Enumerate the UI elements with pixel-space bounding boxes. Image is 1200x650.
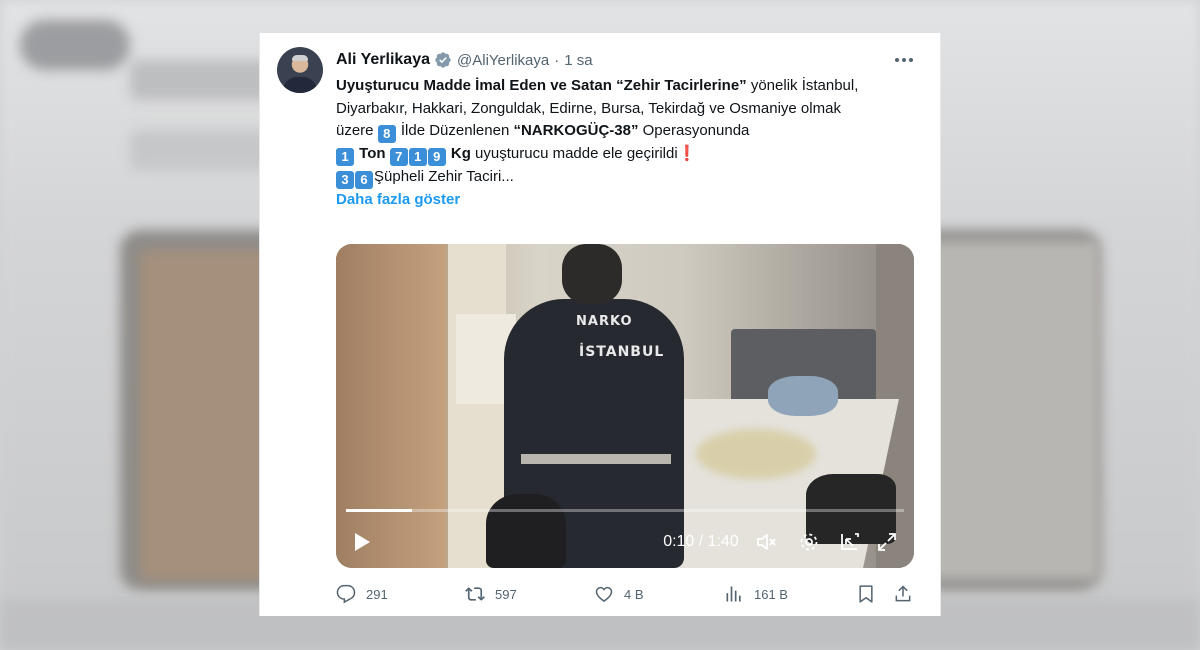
keycap-3: 3 (336, 171, 354, 189)
keycap-8: 8 (377, 125, 396, 143)
video-vest-stripe (521, 454, 671, 464)
text-seized: uyuşturucu madde ele geçirildi (470, 145, 678, 162)
ton-label: Ton (359, 145, 386, 162)
like-count: 4 B (624, 586, 644, 602)
tweet-text: Uyuşturucu Madde İmal Eden ve Satan “Zeh… (336, 75, 876, 212)
video-progress-bar[interactable] (346, 509, 904, 512)
repost-icon (465, 587, 485, 601)
keycap-6: 6 (355, 171, 373, 189)
vest-text-narko: NARKO (576, 314, 633, 329)
share-icon[interactable] (893, 581, 913, 607)
exclamation-icon: ❗ (677, 145, 697, 162)
pip-icon[interactable] (836, 527, 862, 557)
keycap-9: 9 (427, 148, 446, 166)
tweet-header: Ali Yerlikaya @AliYerlikaya · 1 sa (336, 49, 593, 71)
video-officer-bag (486, 494, 566, 568)
reply-button[interactable]: 291 (336, 581, 388, 607)
bookmark-icon[interactable] (856, 581, 876, 607)
show-more-link[interactable]: Daha fazla göster (336, 191, 460, 208)
video-pillow (768, 376, 838, 416)
video-officer-head (562, 244, 622, 304)
reply-count: 291 (366, 586, 388, 602)
kg-label: Kg (450, 145, 471, 162)
reply-icon (336, 584, 356, 604)
text-provinces: İlde Düzenlenen (396, 122, 514, 139)
video-time: 0:10 / 1:40 (663, 533, 739, 550)
like-icon (595, 586, 613, 602)
more-options-icon[interactable] (894, 51, 914, 69)
keycap-7: 7 (389, 148, 408, 166)
author-handle[interactable]: @AliYerlikaya (457, 52, 549, 69)
video-player[interactable]: NARKO İSTANBUL 0:10 / 1:40 (336, 244, 914, 568)
video-substance (696, 429, 816, 479)
text-headline: Uyuşturucu Madde İmal Eden ve Satan “Zeh… (336, 77, 747, 94)
text-operation: Operasyonunda (638, 122, 750, 139)
action-bar: 291 597 4 B 161 B (336, 581, 916, 607)
avatar[interactable] (277, 47, 323, 93)
vest-text-istanbul: İSTANBUL (579, 344, 665, 360)
views-count: 161 B (754, 586, 788, 602)
settings-icon[interactable] (796, 527, 822, 557)
video-progress-fill (346, 509, 413, 512)
operation-name: “NARKOGÜÇ-38” (513, 122, 639, 139)
fullscreen-icon[interactable] (874, 527, 900, 557)
verified-badge-icon (435, 52, 451, 68)
keycap-1b: 1 (408, 148, 427, 166)
like-button[interactable]: 4 B (594, 581, 644, 607)
author-name[interactable]: Ali Yerlikaya (336, 51, 430, 69)
video-wardrobe (336, 244, 446, 568)
volume-icon[interactable] (754, 527, 780, 557)
keycap-1: 1 (336, 148, 354, 166)
play-icon[interactable] (350, 527, 374, 557)
repost-button[interactable]: 597 (465, 581, 517, 607)
repost-count: 597 (495, 586, 517, 602)
tweet-time[interactable]: 1 sa (564, 52, 592, 69)
dot-separator: · (554, 51, 560, 69)
text-suspects: Şüpheli Zehir Taciri... (374, 168, 514, 185)
views-icon (726, 586, 741, 602)
views-button[interactable]: 161 B (724, 581, 788, 607)
tweet-card: Ali Yerlikaya @AliYerlikaya · 1 sa Uyuşt… (259, 33, 941, 616)
